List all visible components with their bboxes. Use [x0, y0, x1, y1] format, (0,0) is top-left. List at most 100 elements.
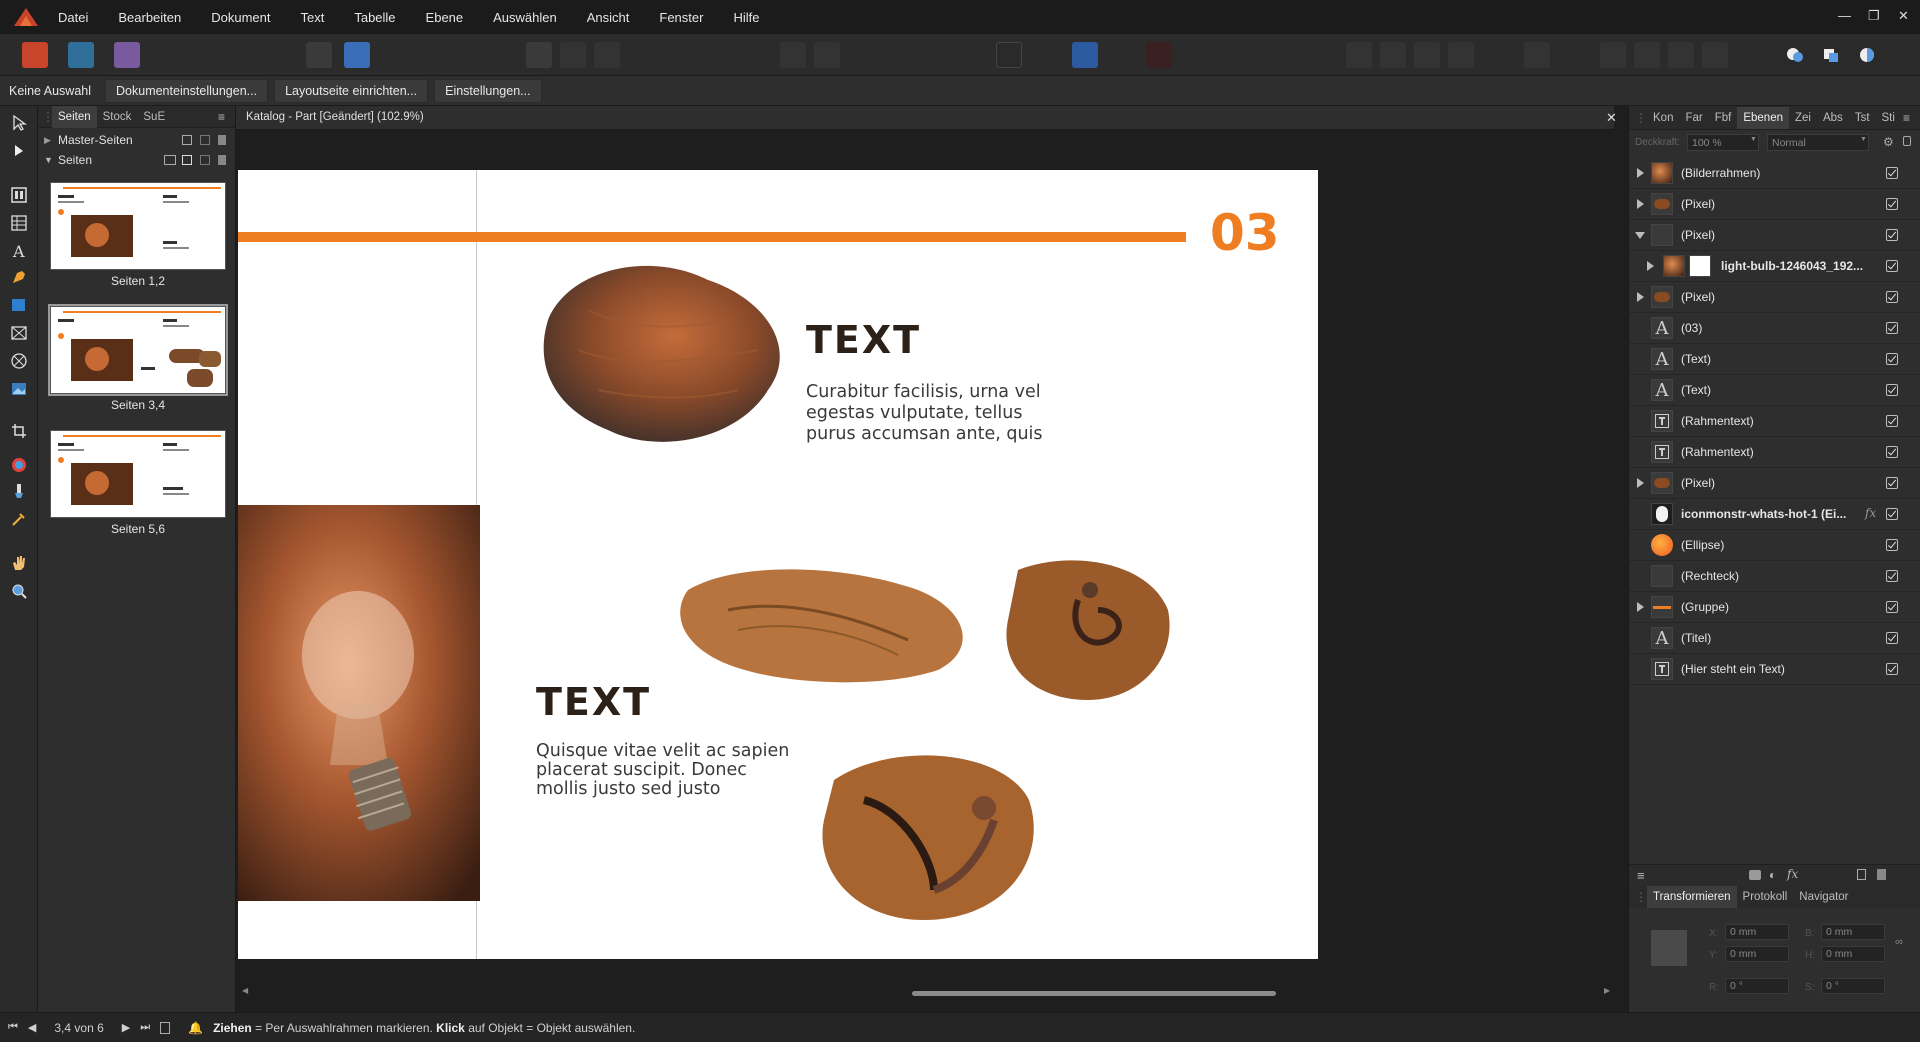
layer-visibility-checkbox[interactable] — [1886, 446, 1898, 458]
width-field[interactable]: 0 mm — [1821, 924, 1885, 940]
layer-row[interactable]: iconmonstr-whats-hot-1 (Ei... fx — [1629, 499, 1920, 530]
heading-text-1[interactable]: TEXT — [806, 318, 921, 362]
minimize-icon[interactable]: — — [1838, 8, 1851, 23]
frame-tool-icon[interactable] — [594, 42, 620, 68]
next-page-icon[interactable]: ▶ — [122, 1021, 130, 1034]
light-bulb-image[interactable] — [238, 505, 480, 901]
menu-dokument[interactable]: Dokument — [211, 10, 270, 25]
expand-layer-icon[interactable] — [1637, 168, 1644, 178]
prev-page-icon[interactable]: ◀ — [28, 1021, 36, 1034]
layer-row[interactable]: A (Titel) — [1629, 623, 1920, 654]
shear-field[interactable]: 0 ° — [1821, 978, 1885, 994]
flip-2-icon[interactable] — [1634, 42, 1660, 68]
tab-stock[interactable]: Stock — [97, 111, 138, 123]
delete-layer-icon[interactable] — [1877, 869, 1886, 880]
expand-layer-icon[interactable] — [1647, 261, 1654, 271]
align-2-icon[interactable] — [1380, 42, 1406, 68]
share-icon[interactable] — [344, 42, 370, 68]
layer-row[interactable]: (Bilderrahmen) — [1629, 158, 1920, 189]
expand-layer-icon[interactable] — [1637, 602, 1644, 612]
document-settings-button[interactable]: Dokumenteinstellungen... — [105, 78, 269, 103]
publisher-persona-icon[interactable] — [22, 42, 48, 68]
frame-text-tool-icon[interactable] — [10, 186, 28, 204]
layer-visibility-checkbox[interactable] — [1886, 198, 1898, 210]
circle-tool-icon[interactable] — [560, 42, 586, 68]
layer-visibility-checkbox[interactable] — [1886, 260, 1898, 272]
anchor-point-selector[interactable] — [1651, 930, 1687, 966]
document-spread[interactable]: 03 TEXT Curabitur facilisis, urna vel eg… — [238, 170, 1318, 959]
scroll-right-icon[interactable]: ▶ — [1604, 986, 1610, 995]
picture-frame-tool-icon[interactable] — [10, 324, 28, 342]
spread-thumbnail-3[interactable] — [50, 430, 226, 518]
layer-row[interactable]: (Rahmentext) — [1629, 406, 1920, 437]
gear-icon[interactable]: ⚙ — [1883, 135, 1894, 149]
layer-row[interactable]: (Ellipse) — [1629, 530, 1920, 561]
layer-row[interactable]: (Rechteck) — [1629, 561, 1920, 592]
last-page-icon[interactable]: ⏭ — [140, 1021, 150, 1034]
page-indicator[interactable]: 3,4 von 6 — [54, 1021, 103, 1035]
collapse-pages-icon[interactable]: ▼ — [44, 150, 53, 170]
pages-row[interactable]: ▼ Seiten — [38, 150, 235, 170]
fx-icon[interactable]: fx — [1865, 506, 1876, 520]
hook-brush-image[interactable] — [998, 550, 1178, 710]
ellipse-frame-tool-icon[interactable] — [10, 352, 28, 370]
page-number-text[interactable]: 03 — [1210, 204, 1280, 262]
tab-abs[interactable]: Abs — [1817, 112, 1849, 124]
height-field[interactable]: 0 mm — [1821, 946, 1885, 962]
expand-layer-icon[interactable] — [1637, 199, 1644, 209]
preflight-icon[interactable] — [306, 42, 332, 68]
flip-1-icon[interactable] — [1600, 42, 1626, 68]
move-tool-icon[interactable] — [10, 114, 28, 132]
eyedropper-tool-icon[interactable] — [10, 510, 28, 528]
lock-icon[interactable] — [1903, 136, 1911, 146]
delete-page-icon[interactable] — [218, 155, 226, 165]
add-page-icon[interactable] — [182, 155, 192, 165]
spread-thumbnail-2[interactable] — [48, 304, 228, 396]
dot-icon[interactable] — [814, 42, 840, 68]
page-view-icon[interactable] — [526, 42, 552, 68]
node-tool-icon[interactable] — [10, 142, 28, 160]
expand-layer-icon[interactable] — [1637, 292, 1644, 302]
scroll-left-icon[interactable]: ◀ — [242, 986, 248, 995]
mask-layer-icon[interactable] — [1749, 870, 1761, 880]
crop-tool-icon[interactable] — [10, 422, 28, 440]
layer-row[interactable]: A (Text) — [1629, 344, 1920, 375]
add-layer-icon[interactable] — [1857, 869, 1866, 880]
layer-visibility-checkbox[interactable] — [1886, 322, 1898, 334]
tab-tst[interactable]: Tst — [1849, 112, 1876, 124]
preview-icon[interactable] — [996, 42, 1022, 68]
layer-visibility-checkbox[interactable] — [1886, 167, 1898, 179]
layer-visibility-checkbox[interactable] — [1886, 477, 1898, 489]
layer-row[interactable]: (Hier steht ein Text) — [1629, 654, 1920, 685]
layers-stack-icon[interactable]: ≡ — [1637, 868, 1645, 883]
align-1-icon[interactable] — [1346, 42, 1372, 68]
preferences-button[interactable]: Einstellungen... — [434, 78, 542, 103]
color-picker-tool-icon[interactable] — [10, 456, 28, 474]
align-4-icon[interactable] — [1448, 42, 1474, 68]
boolean-add-icon[interactable] — [1782, 42, 1808, 68]
designer-persona-icon[interactable] — [114, 42, 140, 68]
page-options-icon[interactable] — [160, 1021, 171, 1034]
wood-brush-image-2[interactable] — [678, 550, 978, 690]
layer-visibility-checkbox[interactable] — [1886, 601, 1898, 613]
restore-icon[interactable]: ❐ — [1868, 8, 1880, 24]
wood-brush-image-1[interactable] — [528, 240, 808, 460]
adjustment-icon[interactable]: ◐ — [1769, 868, 1776, 882]
tab-seiten[interactable]: Seiten — [52, 105, 97, 128]
snapping-magnet-icon[interactable] — [1146, 42, 1172, 68]
expand-layer-icon[interactable] — [1637, 478, 1644, 488]
layer-visibility-checkbox[interactable] — [1886, 663, 1898, 675]
y-field[interactable]: 0 mm — [1725, 946, 1789, 962]
delete-master-icon[interactable] — [218, 135, 226, 145]
layer-visibility-checkbox[interactable] — [1886, 508, 1898, 520]
rotate-2-icon[interactable] — [1702, 42, 1728, 68]
duplicate-master-icon[interactable] — [200, 135, 210, 145]
tab-zei[interactable]: Zei — [1789, 112, 1817, 124]
spread-thumbnail-1[interactable] — [50, 182, 226, 270]
heading-text-2[interactable]: TEXT — [536, 680, 651, 724]
menu-auswaehlen[interactable]: Auswählen — [493, 10, 557, 25]
layer-visibility-checkbox[interactable] — [1886, 353, 1898, 365]
tab-ebenen[interactable]: Ebenen — [1737, 106, 1789, 129]
boolean-subtract-icon[interactable] — [1818, 42, 1844, 68]
menu-ansicht[interactable]: Ansicht — [587, 10, 630, 25]
